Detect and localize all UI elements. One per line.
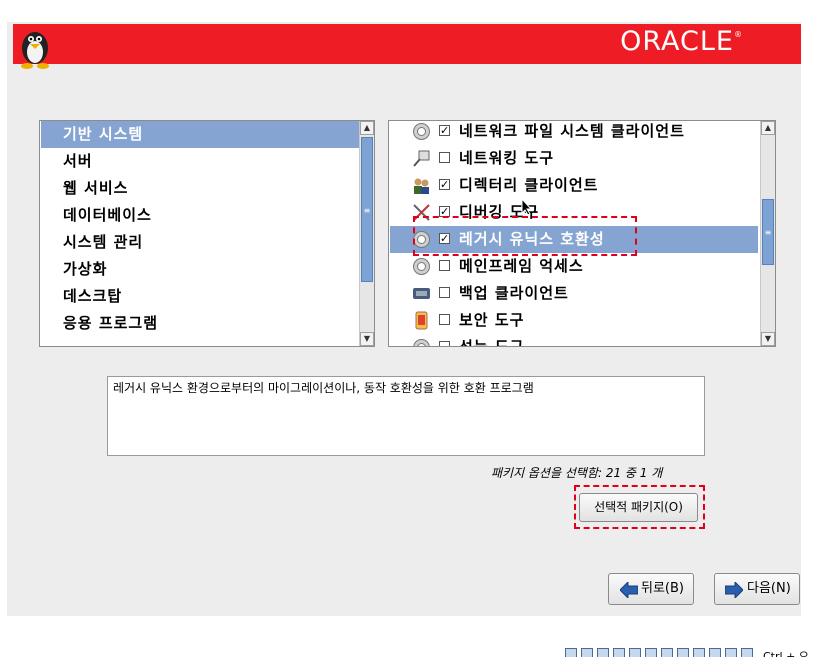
scroll-down-button[interactable]: ▼ — [360, 332, 374, 346]
oracle-banner: ORACLE® — [13, 24, 801, 69]
tape-icon — [412, 284, 431, 303]
package-checkbox[interactable] — [439, 314, 450, 325]
next-label: 다음(N) — [747, 581, 791, 596]
next-button[interactable]: 다음(N) — [714, 573, 800, 605]
package-label: 보안 도구 — [459, 311, 525, 329]
package-checkbox[interactable] — [439, 341, 450, 346]
arrow-right-icon — [725, 582, 743, 598]
system-tray: Ctrl + 오 — [565, 648, 827, 657]
package-item[interactable]: 보안 도구 — [390, 307, 758, 334]
optional-packages-button[interactable]: 선택적 패키지(O) — [579, 493, 698, 522]
tray-icon[interactable] — [645, 648, 657, 657]
package-item[interactable]: 메인프레임 억세스 — [390, 253, 758, 280]
tray-icon[interactable] — [581, 648, 593, 657]
security-icon — [412, 311, 431, 330]
tray-icon[interactable] — [613, 648, 625, 657]
package-checkbox[interactable]: ✓ — [439, 179, 450, 190]
gear-icon — [412, 257, 431, 276]
back-button[interactable]: 뒤로(B) — [608, 573, 694, 605]
package-item[interactable]: ✓ 디렉터리 클라이언트 — [390, 172, 758, 199]
package-label: 성능 도구 — [459, 338, 525, 347]
category-item[interactable]: 서버 — [41, 148, 374, 175]
category-item[interactable]: 가상화 — [41, 256, 374, 283]
package-count-label: 패키지 옵션을 선택함: 21 중 1 개 — [491, 466, 663, 480]
gear-icon — [412, 338, 431, 346]
category-item[interactable]: 시스템 관리 — [41, 229, 374, 256]
scroll-up-button[interactable]: ▲ — [360, 121, 374, 135]
tux-penguin-icon — [21, 32, 49, 69]
package-item[interactable]: 성능 도구 — [390, 334, 758, 347]
tray-icon[interactable] — [629, 648, 641, 657]
oracle-logo: ORACLE® — [620, 26, 743, 57]
package-checkbox[interactable] — [439, 260, 450, 271]
package-label: 메인프레임 억세스 — [459, 257, 584, 275]
package-description: 레거시 유닉스 환경으로부터의 마이그레이션이나, 동작 호환성을 위한 호환 … — [107, 376, 705, 456]
tray-icon[interactable] — [565, 648, 577, 657]
network-tool-icon — [412, 149, 431, 168]
gear-icon — [412, 122, 431, 141]
highlight-selected-package — [413, 216, 637, 256]
category-list[interactable]: 기반 시스템 서버 웹 서비스 데이터베이스 시스템 관리 가상화 데스크탑 응용 프로그램 … — [39, 120, 375, 347]
scroll-thumb[interactable]: ≡ — [361, 137, 373, 282]
arrow-left-icon — [620, 582, 638, 598]
package-checkbox[interactable] — [439, 152, 450, 163]
package-label: 네트워킹 도구 — [459, 149, 555, 167]
tray-icon[interactable] — [661, 648, 673, 657]
category-item[interactable]: 응용 프로그램 — [41, 310, 374, 337]
package-item[interactable]: 네트워킹 도구 — [390, 145, 758, 172]
package-item[interactable]: 백업 클라이언트 — [390, 280, 758, 307]
package-checkbox[interactable] — [439, 287, 450, 298]
tray-icon[interactable] — [741, 648, 753, 657]
category-item[interactable]: 데이터베이스 — [41, 202, 374, 229]
mouse-cursor-icon — [521, 198, 533, 216]
package-scrollbar[interactable]: ▲ ≡ ▼ — [760, 121, 775, 346]
category-scrollbar[interactable]: ▲ ≡ ▼ — [359, 121, 374, 346]
category-item[interactable]: 웹 서비스 — [41, 175, 374, 202]
users-icon — [412, 176, 431, 195]
tray-icon[interactable] — [677, 648, 689, 657]
package-label: 백업 클라이언트 — [459, 284, 569, 302]
scroll-thumb[interactable]: ≡ — [762, 199, 774, 265]
package-item[interactable]: ✓ 네트워크 파일 시스템 클라이언트 — [390, 121, 758, 145]
package-checkbox[interactable]: ✓ — [439, 125, 450, 136]
package-label: 네트워크 파일 시스템 클라이언트 — [459, 122, 685, 140]
tray-icon[interactable] — [709, 648, 721, 657]
scroll-up-button[interactable]: ▲ — [761, 121, 775, 135]
category-item[interactable]: 기반 시스템 — [41, 121, 374, 148]
tray-icon[interactable] — [693, 648, 705, 657]
tray-icon[interactable] — [597, 648, 609, 657]
host-key-label: Ctrl + 오 — [763, 650, 809, 657]
back-label: 뒤로(B) — [641, 581, 684, 596]
scroll-down-button[interactable]: ▼ — [761, 332, 775, 346]
tray-icon[interactable] — [725, 648, 737, 657]
category-item[interactable]: 데스크탑 — [41, 283, 374, 310]
package-label: 디렉터리 클라이언트 — [459, 176, 599, 194]
